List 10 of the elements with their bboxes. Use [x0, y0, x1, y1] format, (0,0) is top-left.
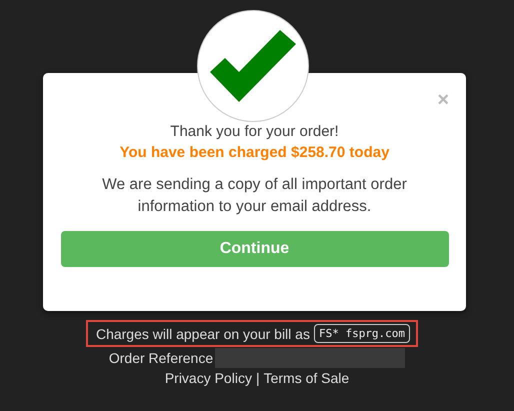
privacy-policy-link[interactable]: Privacy Policy	[164, 370, 252, 386]
billing-text: Charges will appear on your bill as	[96, 326, 310, 342]
thank-you-heading: Thank you for your order!	[170, 122, 339, 142]
email-message: We are sending a copy of all important order information to your email address.	[101, 175, 408, 217]
charged-notice: You have been charged $258.70 today	[120, 143, 390, 163]
checkmark-icon	[210, 30, 296, 102]
link-separator: |	[256, 370, 260, 386]
order-reference-label: Order Reference	[108, 350, 214, 366]
terms-of-sale-link[interactable]: Terms of Sale	[264, 370, 350, 386]
billing-descriptor: FS* fsprg.com	[314, 324, 410, 343]
